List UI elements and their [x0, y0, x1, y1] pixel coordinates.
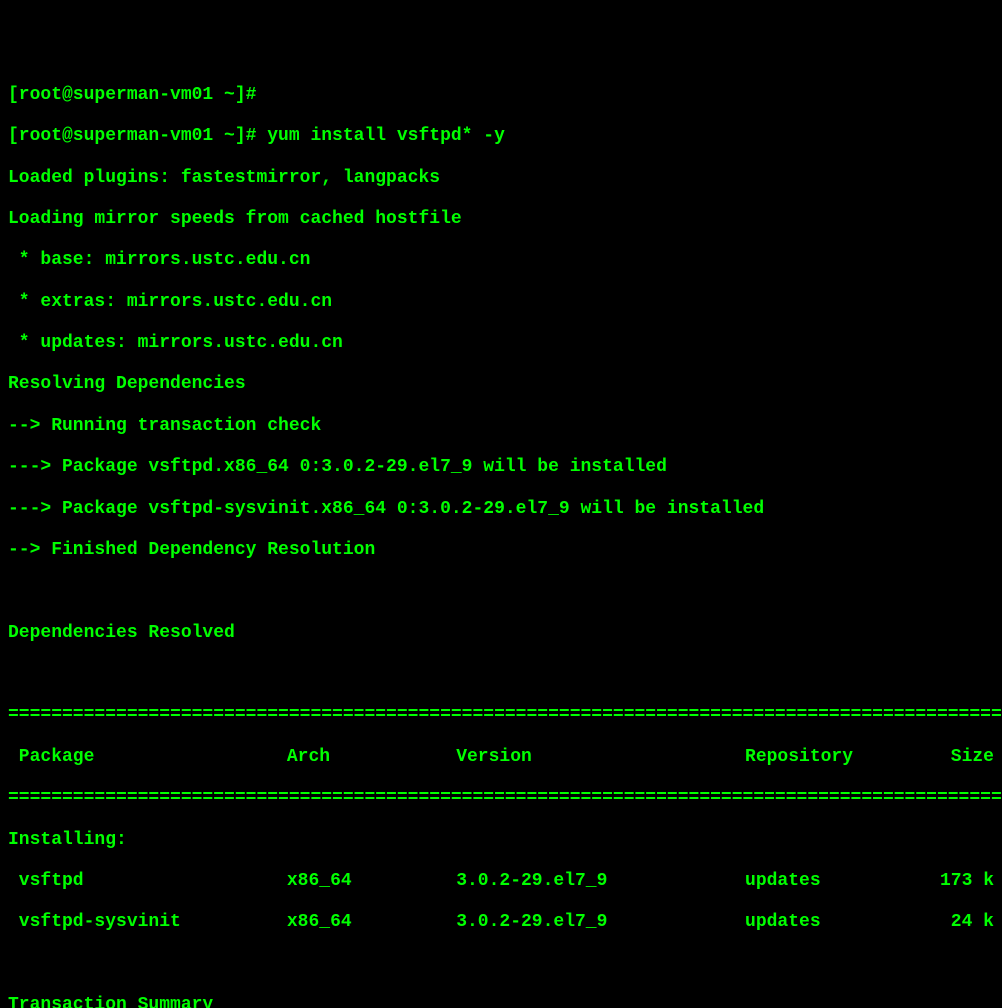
- header-version: Version: [456, 747, 745, 768]
- blank-line: [8, 581, 994, 602]
- blank-line: [8, 954, 994, 975]
- output-line: --> Running transaction check: [8, 416, 994, 437]
- divider-line: ========================================…: [8, 705, 994, 726]
- pkg-arch: x86_64: [287, 871, 456, 892]
- output-line: Resolving Dependencies: [8, 374, 994, 395]
- pkg-arch: x86_64: [287, 912, 456, 933]
- pkg-name: vsftpd: [8, 871, 287, 892]
- output-line: * extras: mirrors.ustc.edu.cn: [8, 292, 994, 313]
- pkg-name: vsftpd-sysvinit: [8, 912, 287, 933]
- header-package: Package: [8, 747, 287, 768]
- transaction-summary-label: Transaction Summary: [8, 995, 994, 1008]
- table-row: vsftpdx86_643.0.2-29.el7_9updates173 k: [8, 871, 994, 892]
- output-line: Loading mirror speeds from cached hostfi…: [8, 209, 994, 230]
- output-line: * base: mirrors.ustc.edu.cn: [8, 250, 994, 271]
- header-size: Size: [924, 747, 994, 768]
- output-line: --> Finished Dependency Resolution: [8, 540, 994, 561]
- pkg-repo: updates: [745, 871, 924, 892]
- pkg-version: 3.0.2-29.el7_9: [456, 871, 745, 892]
- table-row: vsftpd-sysvinitx86_643.0.2-29.el7_9updat…: [8, 912, 994, 933]
- pkg-repo: updates: [745, 912, 924, 933]
- installing-label: Installing:: [8, 830, 994, 851]
- command-line: [root@superman-vm01 ~]# yum install vsft…: [8, 126, 994, 147]
- blank-line: [8, 664, 994, 685]
- prompt-line: [root@superman-vm01 ~]#: [8, 85, 994, 106]
- divider-line: ========================================…: [8, 788, 994, 809]
- pkg-size: 173 k: [924, 871, 994, 892]
- output-line: * updates: mirrors.ustc.edu.cn: [8, 333, 994, 354]
- output-line: Loaded plugins: fastestmirror, langpacks: [8, 168, 994, 189]
- header-repository: Repository: [745, 747, 924, 768]
- pkg-size: 24 k: [924, 912, 994, 933]
- output-line: ---> Package vsftpd.x86_64 0:3.0.2-29.el…: [8, 457, 994, 478]
- deps-resolved-line: Dependencies Resolved: [8, 623, 994, 644]
- output-line: ---> Package vsftpd-sysvinit.x86_64 0:3.…: [8, 499, 994, 520]
- header-arch: Arch: [287, 747, 456, 768]
- pkg-version: 3.0.2-29.el7_9: [456, 912, 745, 933]
- table-header-row: PackageArchVersionRepositorySize: [8, 747, 994, 768]
